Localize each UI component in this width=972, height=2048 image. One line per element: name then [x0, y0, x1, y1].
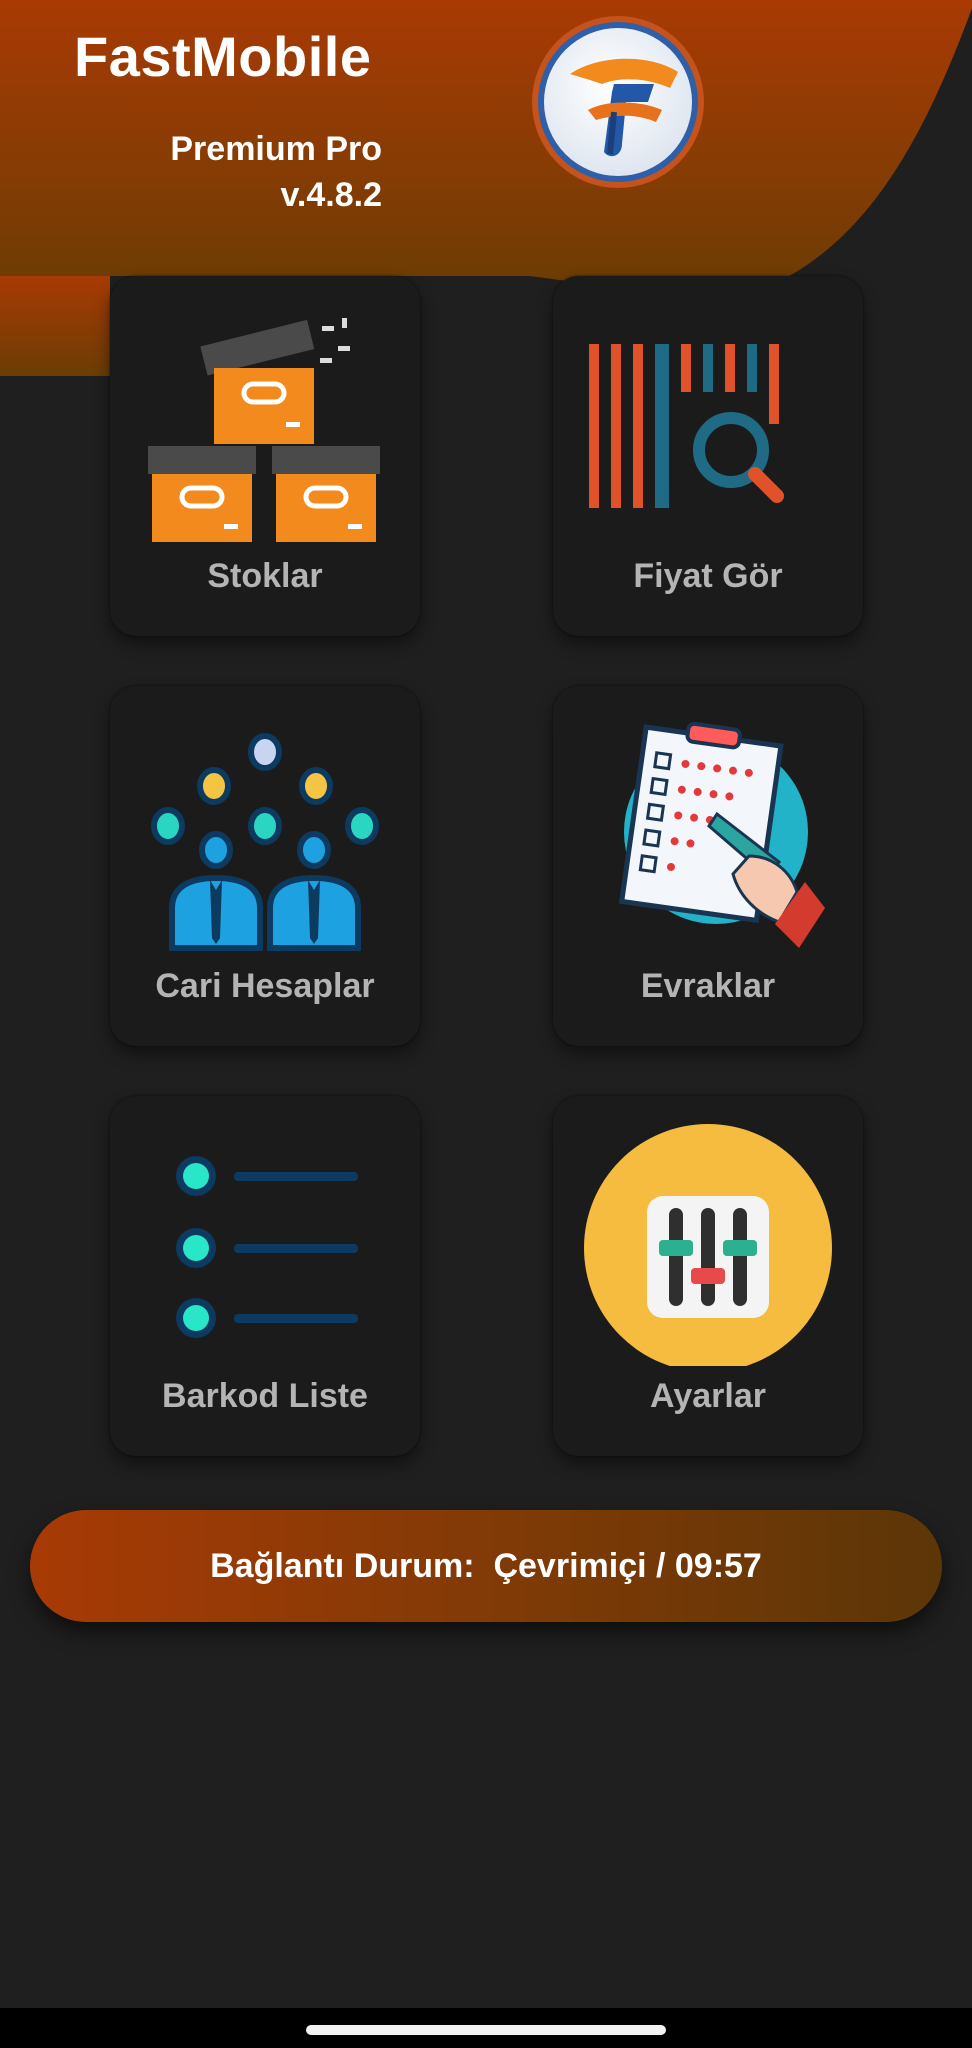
people-group-icon: [151, 733, 379, 951]
tile-label: Fiyat Gör: [633, 557, 783, 595]
tile-label: Evraklar: [640, 967, 776, 1005]
home-gesture-handle[interactable]: [306, 2025, 666, 2035]
edition-label: Premium Pro: [170, 130, 382, 168]
fastmobile-f-logo-icon: [532, 16, 704, 188]
sliders-settings-icon: [584, 1124, 832, 1366]
tile-evraklar[interactable]: Evraklar: [553, 686, 863, 1046]
tile-fiyat-gor[interactable]: Fiyat Gör: [553, 276, 863, 636]
tile-label: Ayarlar: [650, 1377, 766, 1415]
connection-status-bar: Bağlantı Durum: Çevrimiçi / 09:57: [30, 1510, 942, 1622]
app-title: FastMobile: [74, 25, 372, 88]
tile-ayarlar[interactable]: Ayarlar: [553, 1096, 863, 1456]
tile-label: Barkod Liste: [162, 1377, 368, 1415]
tile-label: Stoklar: [207, 557, 323, 595]
tile-cari-hesaplar[interactable]: Cari Hesaplar: [110, 686, 420, 1046]
tile-label: Cari Hesaplar: [155, 967, 375, 1005]
boxes-icon: [148, 318, 380, 542]
barcode-search-icon: [589, 344, 784, 508]
version-label: v.4.8.2: [280, 176, 382, 214]
checklist-clipboard-icon: [618, 721, 825, 948]
bullet-list-icon: [176, 1156, 358, 1338]
edition-info: Premium Pro v.4.8.2: [170, 126, 382, 218]
tile-stoklar[interactable]: Stoklar: [110, 276, 420, 636]
tile-barkod-liste[interactable]: Barkod Liste: [110, 1096, 420, 1456]
